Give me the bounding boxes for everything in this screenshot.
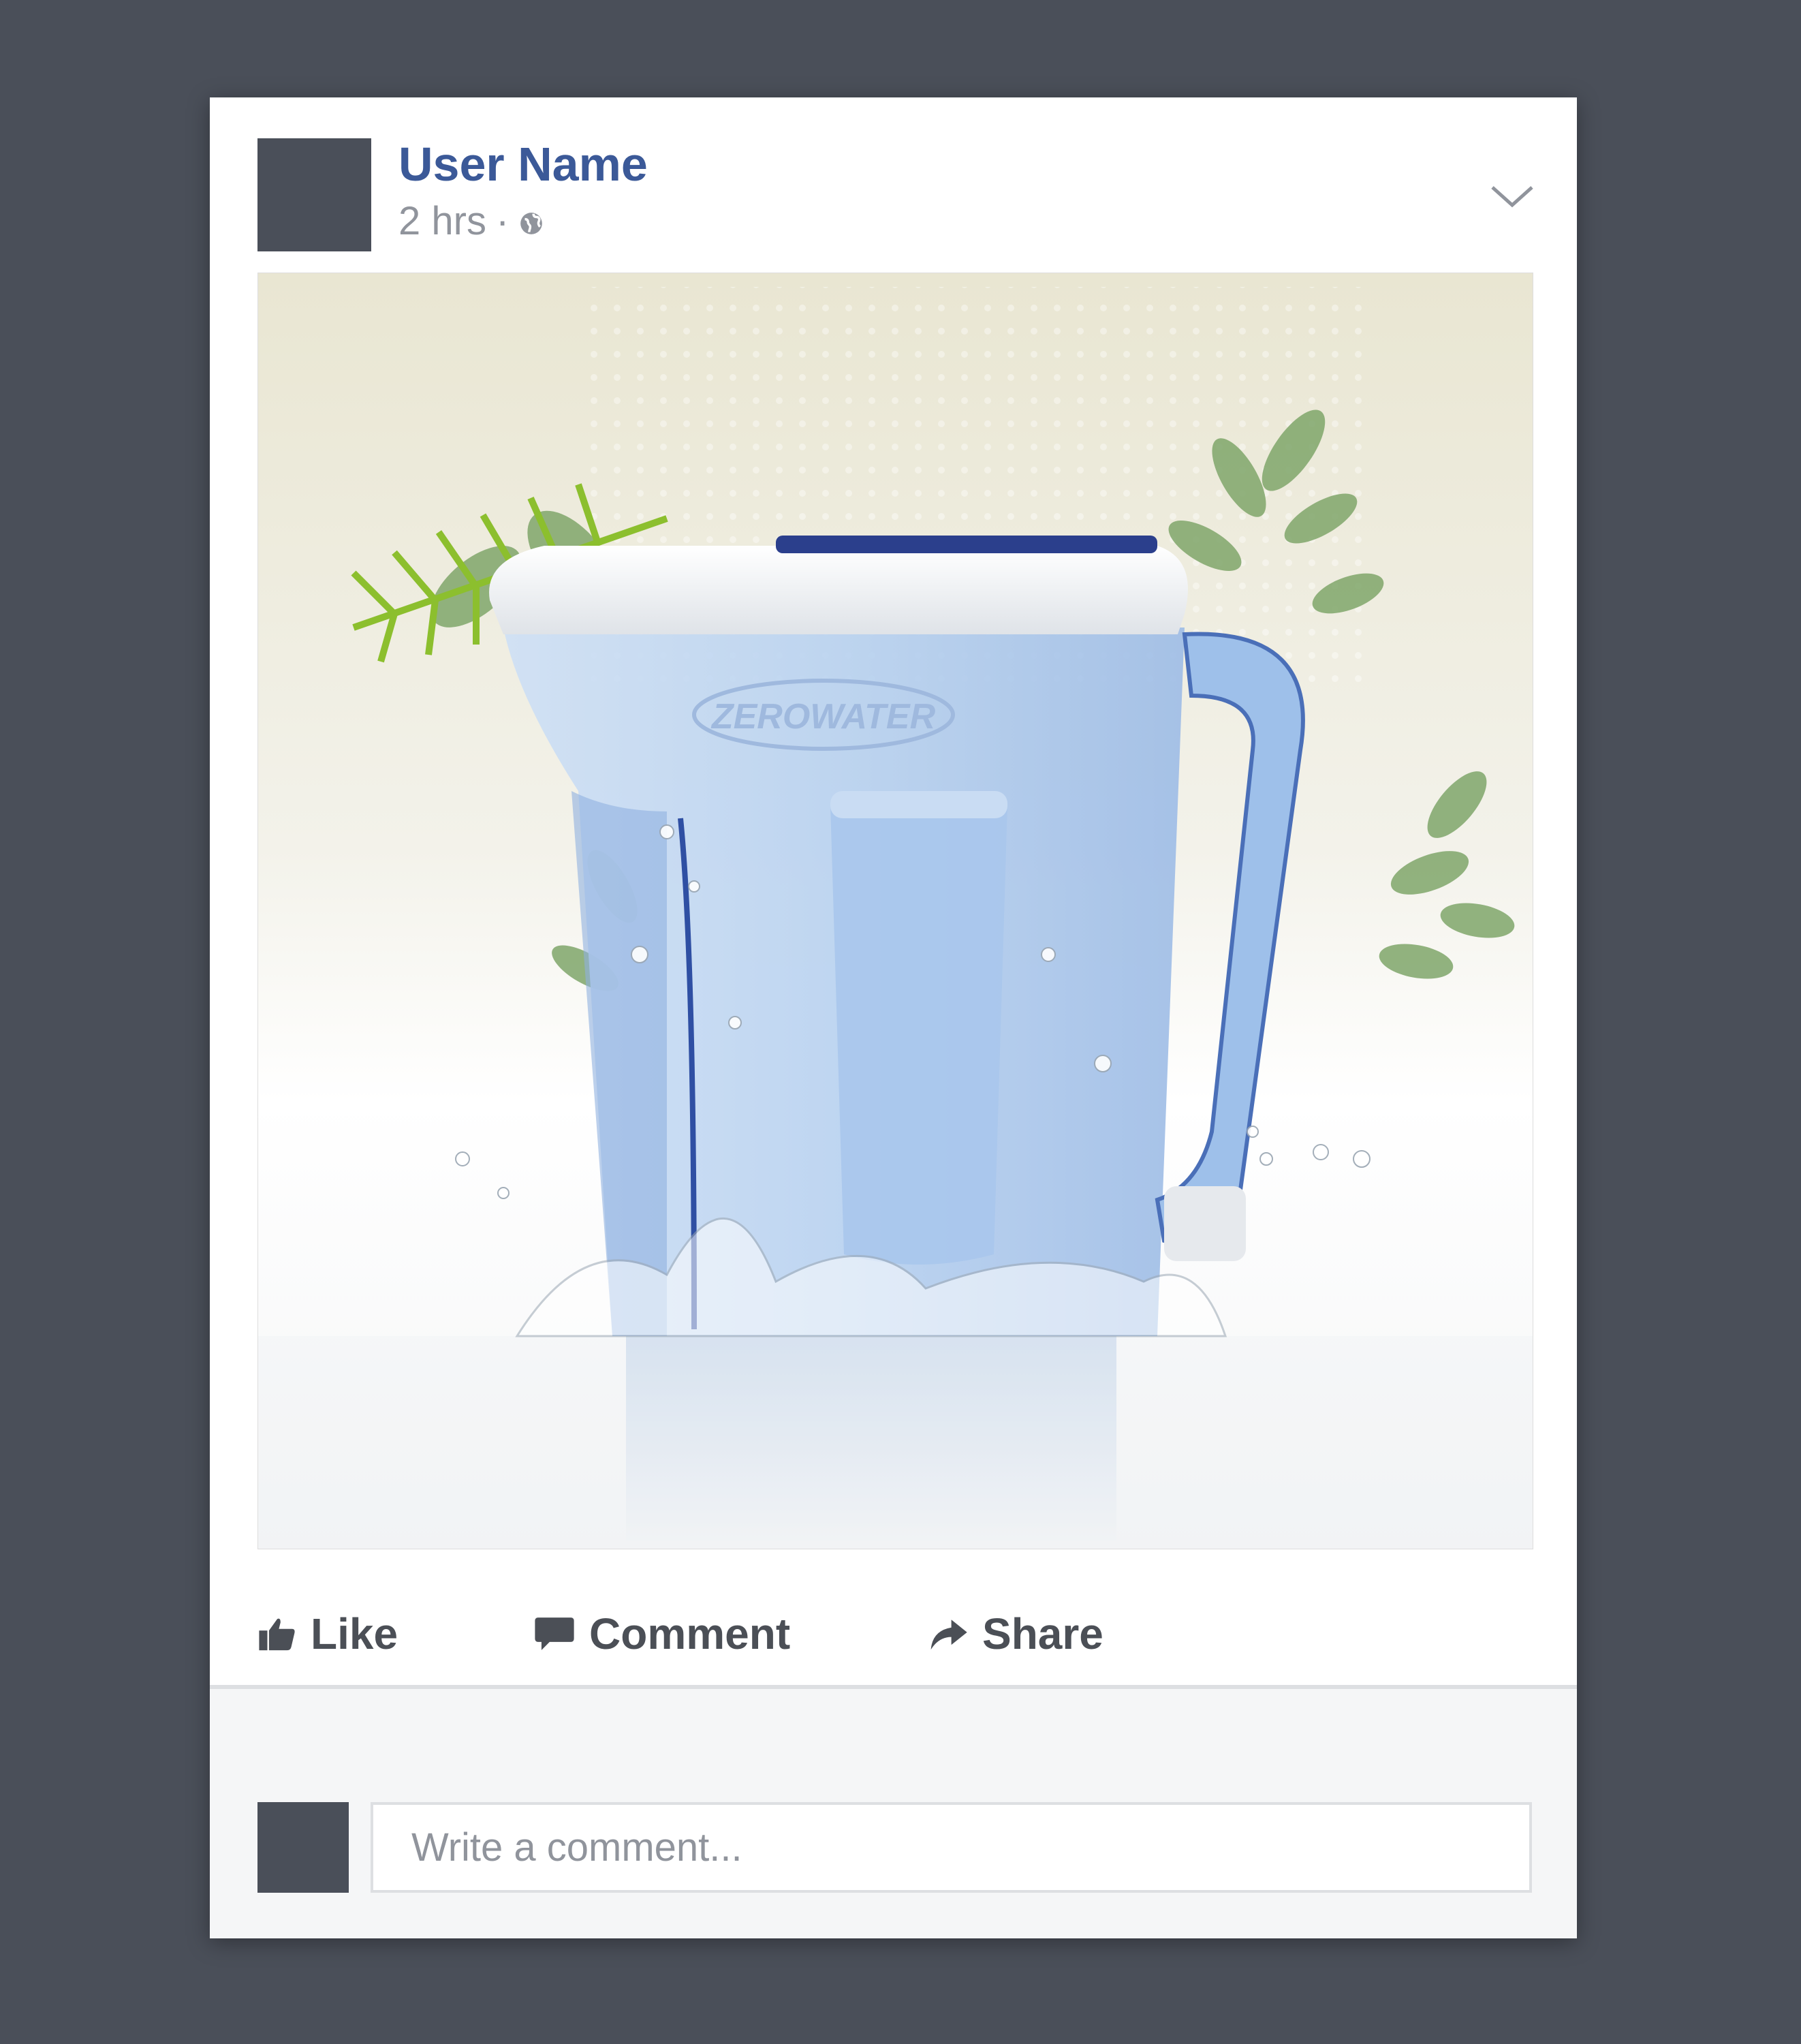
thumbs-up-icon [259, 1618, 295, 1651]
commenter-avatar [257, 1802, 349, 1893]
action-bar: Like Comment Share [257, 1596, 1532, 1671]
meta-separator: · [495, 199, 510, 243]
like-label: Like [311, 1609, 398, 1658]
globe-icon[interactable] [518, 211, 544, 236]
water-pitcher-photo: ZEROWATER [258, 273, 1533, 1549]
comment-section [210, 1689, 1577, 1938]
speech-bubble-icon [535, 1617, 574, 1650]
brand-text: ZEROWATER [710, 697, 936, 737]
share-label: Share [982, 1609, 1103, 1658]
post-meta: 2 hrs · [398, 198, 544, 244]
comment-input[interactable] [371, 1802, 1532, 1893]
avatar[interactable] [257, 138, 371, 251]
chevron-down-icon[interactable] [1488, 179, 1536, 213]
share-arrow-icon [930, 1620, 967, 1650]
user-name-link[interactable]: User Name [398, 137, 648, 191]
share-button[interactable]: Share [928, 1609, 1103, 1659]
like-button[interactable]: Like [257, 1609, 398, 1659]
post-image[interactable]: ZEROWATER [257, 273, 1533, 1549]
post-time[interactable]: 2 hrs [398, 198, 486, 244]
comment-label: Comment [589, 1609, 791, 1658]
comment-button[interactable]: Comment [533, 1609, 790, 1659]
post-card: User Name 2 hrs · ZEROWATER Like Comment… [210, 97, 1577, 1938]
